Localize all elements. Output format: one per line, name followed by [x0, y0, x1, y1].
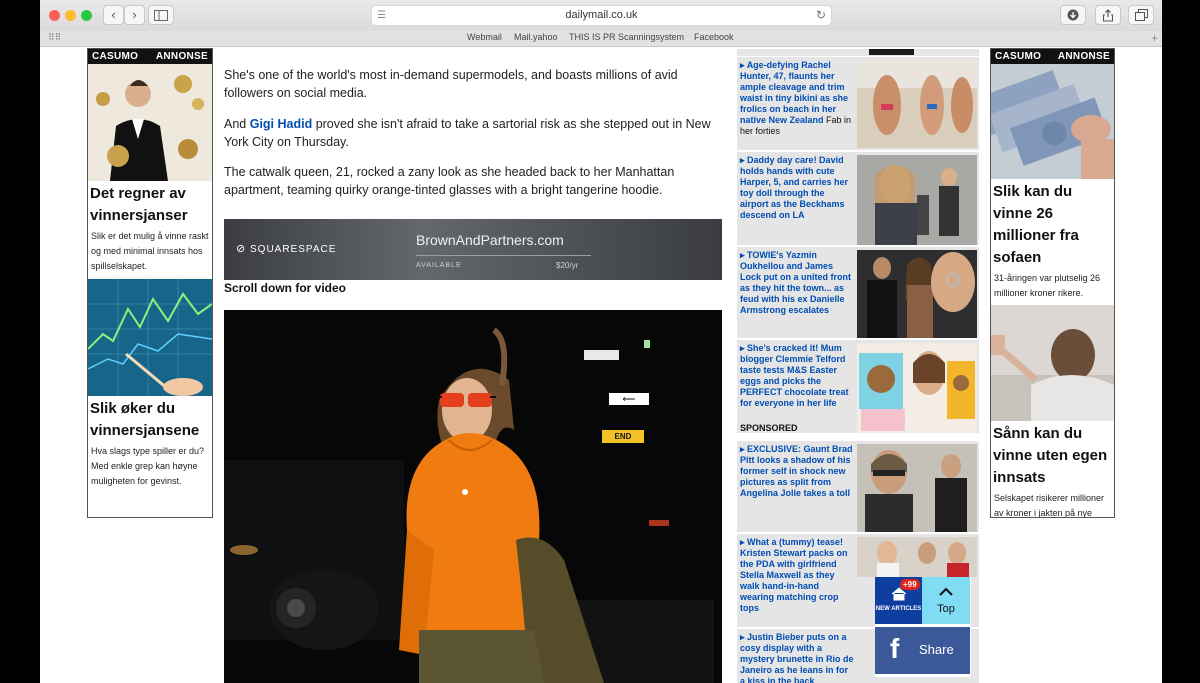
share-label: Share	[919, 642, 954, 657]
sidebar-toggle-button[interactable]	[148, 5, 174, 25]
thumbnail-beckham-airport[interactable]	[857, 155, 977, 245]
thumbnail-easter-chocolate[interactable]	[857, 343, 977, 433]
ad-image-stock-chart[interactable]	[88, 279, 212, 396]
ad-headline[interactable]: Slik kan du vinne 26 millioner fra sofae…	[991, 179, 1114, 269]
download-icon	[1067, 9, 1079, 21]
favorite-link-facebook[interactable]: Facebook	[694, 32, 734, 42]
ad-description: 31-åringen var plutselig 26 millioner kr…	[994, 273, 1101, 298]
floating-action-panel: +99 NEW ARTICLES Top f Share	[875, 577, 971, 677]
thumbnail-kristen-stewart[interactable]	[857, 537, 977, 577]
gigi-hadid-link[interactable]: Gigi Hadid	[250, 117, 313, 131]
thumbnail-towie-couple[interactable]	[857, 250, 977, 338]
minimize-window-button[interactable]	[65, 10, 76, 21]
ad-availability: AVAILABLE	[416, 262, 462, 269]
ad-headline[interactable]: Sånn kan du vinne uten egen innsats	[991, 421, 1114, 489]
tabs-icon	[1134, 9, 1148, 21]
browser-window: ‹ › ☰ dailymail.co.uk ↻ ⠿⠿ Webmail Mail.…	[40, 0, 1162, 683]
chevron-up-icon	[939, 587, 953, 596]
chevron-right-icon: ›	[132, 7, 137, 22]
headline-link[interactable]: ▸ Daddy day care! David holds hands with…	[740, 155, 855, 221]
page-content: CASUMO ANNONSE Det regner av vinnersjans…	[40, 48, 1162, 683]
ad-image-banknotes[interactable]	[991, 64, 1114, 179]
share-icon	[1102, 9, 1114, 22]
favorite-link-webmail[interactable]: Webmail	[467, 32, 502, 42]
ad-brand: CASUMO	[995, 51, 1042, 62]
top-label: Top	[937, 603, 955, 615]
ad-domain-name: BrownAndPartners.com	[416, 232, 564, 248]
headline-link[interactable]: ▸ What a (tummy) tease! Kristen Stewart …	[740, 537, 855, 614]
ad-price: $20/yr	[556, 261, 579, 270]
headline-link[interactable]: ▸ Justin Bieber puts on a cosy display w…	[740, 632, 855, 683]
top-sites-grid-icon[interactable]: ⠿⠿	[48, 32, 61, 43]
zoom-window-button[interactable]	[81, 10, 92, 21]
sidebar-icon	[154, 10, 168, 21]
new-articles-badge: +99	[900, 579, 920, 590]
ad-image-man-on-sofa[interactable]	[991, 305, 1114, 421]
sponsored-label: SPONSORED	[740, 423, 798, 433]
forward-button[interactable]: ›	[124, 5, 145, 25]
ad-description: Selskapet risikerer millioner av kroner …	[994, 493, 1105, 518]
scroll-down-label: Scroll down for video	[224, 281, 347, 295]
back-to-top-button[interactable]: Top	[922, 577, 970, 624]
title-bar: ‹ › ☰ dailymail.co.uk ↻	[40, 0, 1162, 31]
one-way-sign: ⟵	[622, 394, 636, 404]
ad-brand: CASUMO	[92, 51, 139, 62]
sidebar-item-brad-pitt[interactable]: ▸ EXCLUSIVE: Gaunt Brad Pitt looks a sha…	[737, 440, 979, 532]
address-bar[interactable]: ☰ dailymail.co.uk ↻	[371, 5, 832, 26]
downloads-button[interactable]	[1060, 5, 1086, 25]
thumbnail-bikini-beach[interactable]	[857, 60, 977, 148]
new-tab-icon[interactable]: +	[1151, 31, 1158, 45]
ad-divider	[416, 255, 591, 256]
left-casino-ad[interactable]: CASUMO ANNONSE Det regner av vinnersjans…	[87, 48, 213, 518]
sidebar-item-rachel-hunter[interactable]: ▸ Age-defying Rachel Hunter, 47, flaunts…	[737, 56, 979, 150]
headline-link[interactable]: ▸ She's cracked it! Mum blogger Clemmie …	[740, 343, 855, 409]
article-paragraph: She's one of the world's most in-demand …	[224, 68, 678, 100]
sidebar-item-beckham[interactable]: ▸ Daddy day care! David holds hands with…	[737, 151, 979, 245]
new-articles-label: NEW ARTICLES	[875, 606, 922, 612]
squarespace-ad[interactable]: ⊘ SQUARESPACE BrownAndPartners.com AVAIL…	[224, 219, 722, 280]
ad-headline[interactable]: Slik øker du vinnersjansene	[88, 396, 212, 442]
tabs-overview-button[interactable]	[1128, 5, 1154, 25]
right-casino-ad[interactable]: CASUMO ANNONSE Slik kan du vinne 26 mill	[990, 48, 1115, 518]
ad-header: CASUMO ANNONSE	[991, 49, 1114, 64]
facebook-share-button[interactable]: f Share	[875, 627, 970, 674]
back-button[interactable]: ‹	[103, 5, 124, 25]
favorite-link-mail-yahoo[interactable]: Mail.yahoo	[514, 32, 558, 42]
ad-description: Hva slags type spiller er du? Med enkle …	[91, 446, 205, 486]
favorite-link-pr-scanning[interactable]: THIS IS PR Scanningsystem	[569, 32, 684, 42]
favorites-bar: ⠿⠿ Webmail Mail.yahoo THIS IS PR Scannin…	[40, 31, 1162, 47]
chevron-left-icon: ‹	[111, 7, 116, 22]
squarespace-logo-icon: ⊘	[236, 243, 247, 255]
end-sign: END	[614, 432, 632, 441]
headline-link[interactable]: ▸ Age-defying Rachel Hunter, 47, flaunts…	[740, 60, 855, 137]
squarespace-logo: ⊘ SQUARESPACE	[236, 243, 337, 255]
share-toolbar-button[interactable]	[1095, 5, 1121, 25]
ad-image-man-with-coins[interactable]	[88, 64, 212, 181]
ad-tag: ANNONSE	[1057, 51, 1110, 62]
headline-link[interactable]: ▸ EXCLUSIVE: Gaunt Brad Pitt looks a sha…	[740, 444, 855, 499]
ad-header: CASUMO ANNONSE	[88, 49, 212, 64]
gigi-hadid-photo[interactable]: ⟵ END	[224, 310, 722, 683]
ad-headline[interactable]: Det regner av vinnersjanser	[88, 181, 212, 227]
facebook-icon: f	[890, 633, 900, 664]
sidebar-item-partial-top[interactable]	[737, 48, 979, 56]
sidebar-item-easter-eggs[interactable]: ▸ She's cracked it! Mum blogger Clemmie …	[737, 339, 979, 433]
ad-description: Slik er det mulig å vinne raskt og med m…	[91, 231, 209, 271]
article-paragraph: And Gigi Hadid proved she isn't afraid t…	[224, 117, 711, 149]
headline-link[interactable]: ▸ TOWIE's Yazmin Oukhellou and James Loc…	[740, 250, 855, 316]
sidebar-item-towie[interactable]: ▸ TOWIE's Yazmin Oukhellou and James Loc…	[737, 246, 979, 338]
ad-tag: ANNONSE	[155, 51, 208, 62]
article-paragraph: The catwalk queen, 21, rocked a zany loo…	[224, 165, 675, 197]
new-articles-button[interactable]: +99 NEW ARTICLES	[875, 577, 922, 624]
url-text: dailymail.co.uk	[565, 9, 638, 21]
close-window-button[interactable]	[49, 10, 60, 21]
reload-icon[interactable]: ↻	[816, 8, 826, 22]
thumbnail-brad-pitt[interactable]	[857, 444, 977, 532]
